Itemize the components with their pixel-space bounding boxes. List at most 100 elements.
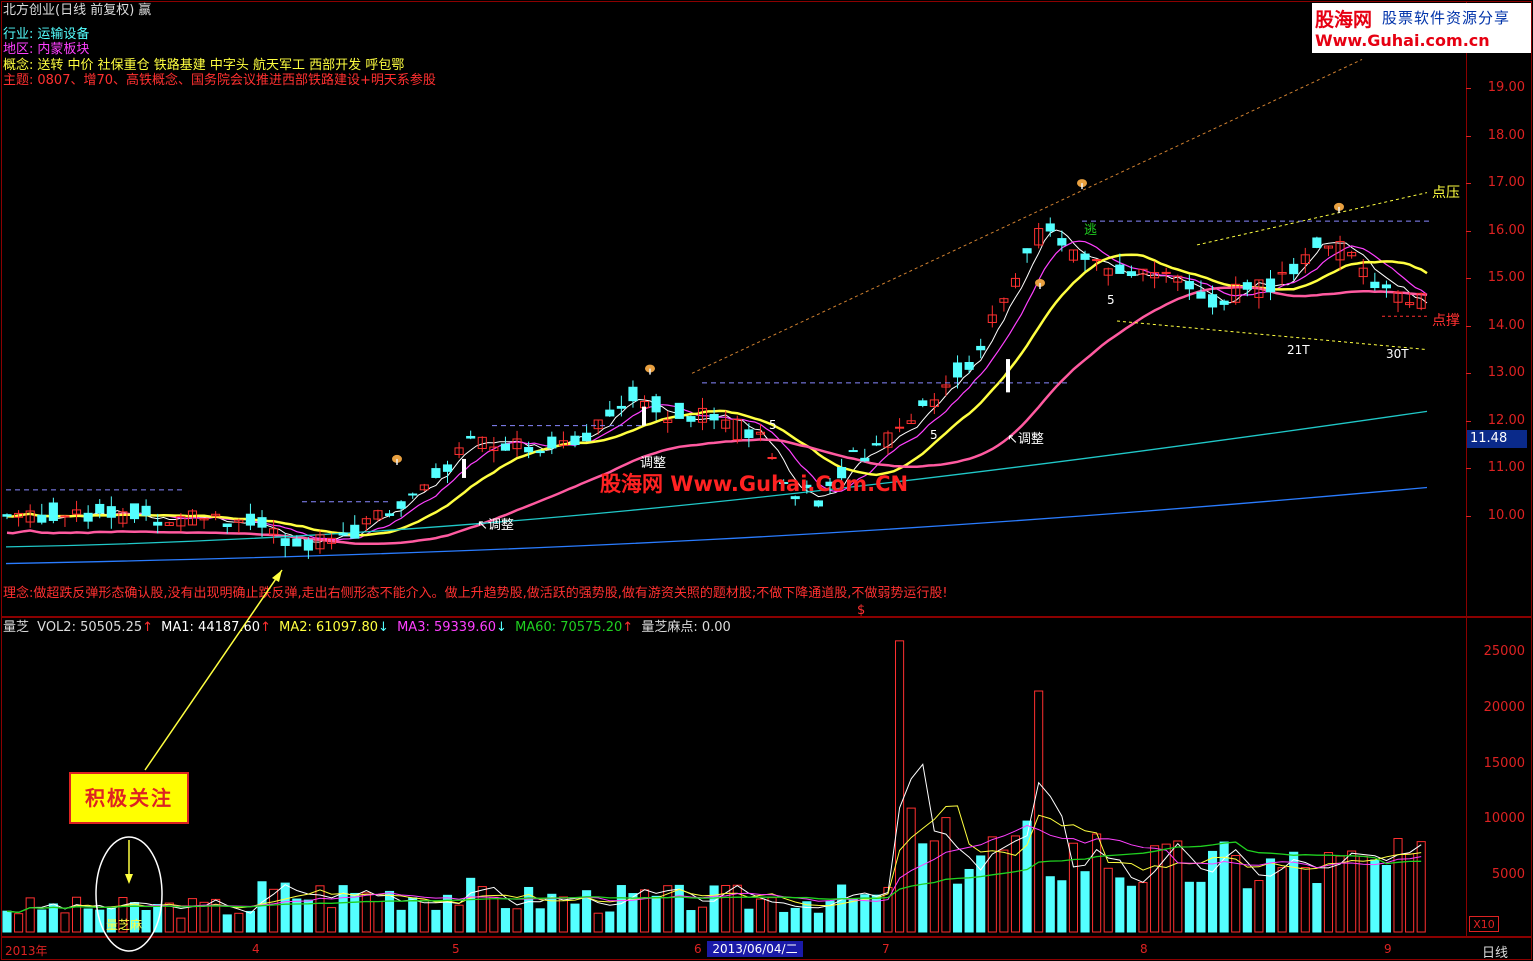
candle-body (535, 450, 545, 454)
volume-bar (1312, 883, 1322, 933)
candle-body (1057, 238, 1067, 246)
candle-body (1265, 278, 1276, 293)
candle-body (83, 512, 93, 522)
candle-body (1219, 300, 1229, 305)
candle-body (918, 400, 928, 406)
volume-bar (396, 909, 406, 933)
volume-bar (616, 885, 626, 933)
volume-bar (187, 898, 198, 933)
volume-bar (1277, 867, 1287, 933)
volume-bar (141, 909, 151, 933)
volume-bar (1150, 845, 1160, 933)
price-tick (1466, 420, 1471, 422)
candle-body (384, 513, 395, 516)
cursor-date: 2013/06/04/二 (707, 941, 803, 957)
date-tick-label: 6 (694, 942, 702, 956)
volume-bar (373, 900, 383, 933)
candle-body (153, 521, 163, 526)
candle-body (767, 456, 777, 459)
candle-body (303, 539, 313, 551)
volume-bar (1092, 833, 1102, 933)
volume-bar (71, 896, 82, 933)
date-tick-label: 9 (1384, 942, 1392, 956)
candle-body (257, 517, 267, 528)
price-tick (1466, 373, 1471, 375)
volume-bar (500, 908, 511, 933)
candle-body (396, 501, 406, 509)
volume-bar (280, 882, 290, 933)
center-watermark: 股海网 Www.Guhai.Com.CN (600, 472, 909, 496)
price-tick-label: 16.00 (1487, 222, 1525, 238)
ma5-cross-label: 5 (769, 418, 777, 432)
volume-bar (164, 902, 174, 933)
volume-bar (315, 885, 325, 933)
price-chart[interactable]: ↖调整调整↖调整逃点压点撑21T 30T555$ (2, 2, 1466, 616)
date-tick-label: 5 (452, 942, 460, 956)
volume-chart[interactable] (2, 618, 1466, 936)
price-tick (1466, 325, 1471, 327)
date-tick-label: 7 (882, 942, 890, 956)
volume-bar (1138, 882, 1148, 933)
price-tick-label: 19.00 (1487, 80, 1525, 95)
volume-bar (1381, 864, 1391, 933)
period-label: 日线 (1482, 946, 1509, 961)
volume-tick-label: 20000 (1483, 699, 1525, 715)
volume-bar (384, 890, 395, 933)
candle-body (976, 345, 986, 351)
price-tick-label: 10.00 (1487, 508, 1525, 523)
volume-bar (419, 899, 429, 933)
volume-bar (697, 906, 708, 933)
philosophy-text: 理念:做超跌反弹形态确认股,没有出现明确止跌反弹,走出右侧形态不能介入。做上升趋… (3, 586, 948, 601)
resistance-label: 点压 (1432, 185, 1460, 201)
volume-bar (547, 893, 557, 933)
price-tick (1466, 183, 1471, 185)
candle-body (1196, 291, 1206, 299)
volume-bar (1034, 690, 1044, 933)
volume-bar (1173, 840, 1183, 933)
volume-bar (639, 889, 650, 933)
signal-bar (642, 406, 646, 426)
volume-bar (1010, 835, 1021, 933)
volume-bar (1080, 871, 1090, 933)
volume-bar (1196, 881, 1206, 933)
price-tick-label: 14.00 (1487, 317, 1525, 333)
t21-label: 21T (1287, 343, 1310, 357)
candle-body (952, 362, 963, 378)
volume-bar (60, 912, 70, 933)
volume-tick-label: 10000 (1483, 811, 1525, 827)
volume-bar (512, 908, 522, 933)
volume-tick-label: 5000 (1491, 867, 1525, 882)
candle-body (1381, 284, 1391, 289)
adjust-label: ↖调整 (1007, 432, 1044, 447)
volume-bar (779, 911, 789, 933)
volume-bar (1289, 851, 1299, 933)
current-price-marker: 11.48 (1467, 430, 1527, 448)
volume-bar (1103, 867, 1113, 933)
volume-bar (1416, 841, 1426, 933)
volume-bar (906, 807, 916, 933)
price-tick-label: 13.00 (1487, 365, 1525, 381)
volume-bar (999, 849, 1009, 933)
volume-bar (257, 881, 267, 933)
callout-box: 积极关注 (69, 772, 189, 824)
stock-chart-window: 北方创业(日线 前复权) 赢 行业: 运输设备 地区: 内蒙板块 概念: 送转 中价 社… (0, 0, 1533, 961)
volume-bar (918, 843, 928, 933)
ma250-line (5, 486, 1428, 565)
candle-body (1207, 294, 1218, 308)
price-tick-label: 15.00 (1487, 270, 1525, 286)
date-tick-label: 8 (1140, 942, 1148, 956)
volume-bar (535, 908, 545, 933)
volume-bar (1219, 841, 1229, 933)
candle-body (709, 413, 719, 421)
price-tick (1466, 468, 1471, 470)
volume-bar (106, 907, 116, 933)
volume-bar (489, 896, 499, 933)
candle-body (1115, 264, 1125, 274)
candle-body (431, 468, 441, 478)
candle-body (408, 493, 418, 496)
volume-bar (837, 884, 847, 933)
volume-bar (408, 897, 418, 933)
candle-body (338, 532, 348, 536)
candle-body (848, 450, 858, 453)
candle-body (442, 464, 453, 472)
